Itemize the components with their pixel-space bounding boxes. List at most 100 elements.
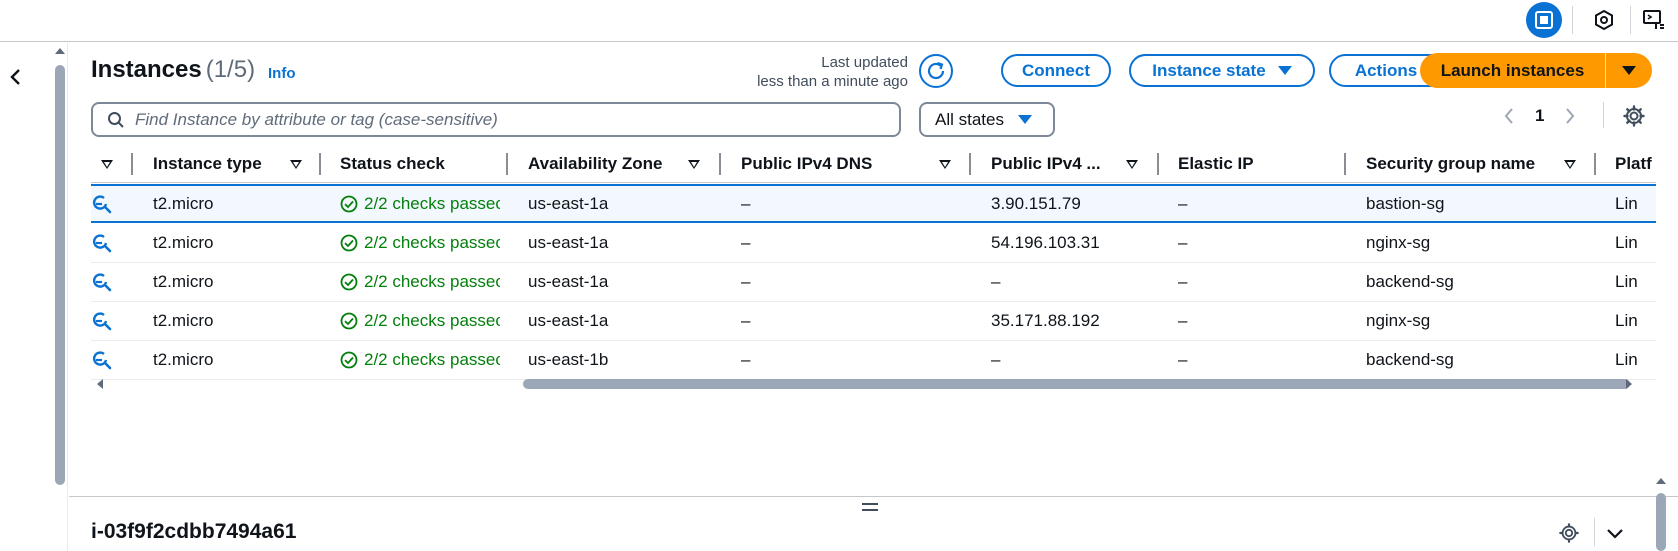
status-text: 2/2 checks passec [364,272,500,291]
cell-status: 2/2 checks passec [340,263,500,301]
sort-icon[interactable] [688,160,700,169]
column-header[interactable]: Elastic IP [1178,145,1338,183]
cell-ipv4: – [991,350,1001,369]
column-header[interactable]: Public IPv4 DNS [741,145,931,183]
vertical-scrollbar[interactable] [52,43,68,551]
resize-handle[interactable] [862,503,878,513]
zoom-icon[interactable] [91,232,113,254]
page-title: Instances (1/5) [91,56,256,83]
divider [1572,6,1573,34]
cell-eip: – [1178,233,1188,252]
top-bar [0,0,1678,42]
zoom-icon[interactable] [91,193,113,215]
status-text: 2/2 checks passec [364,193,500,213]
column-header[interactable]: Availability Zone [528,145,698,183]
column-resizer[interactable] [319,153,321,175]
cell-az: us-east-1a [528,193,609,213]
refresh-icon [927,61,945,80]
cell-dns: – [741,311,751,330]
cell-ipv4: 3.90.151.79 [991,193,1081,213]
sort-icon[interactable] [939,160,951,169]
table-row[interactable]: t2.micro 2/2 checks passec us-east-1b – – – ba… [91,341,1656,380]
column-resizer[interactable] [969,153,971,175]
table-row[interactable]: t2.micro 2/2 checks passec us-east-1a – 35.1… [91,302,1656,341]
panel-scroll-thumb[interactable] [1656,493,1666,551]
cell-sg: nginx-sg [1366,233,1431,252]
table-row[interactable]: t2.micro 2/2 checks passec us-east-1a – 3.90… [91,184,1656,223]
launch-instances-button[interactable]: Launch instances [1420,53,1605,88]
column-header[interactable]: Security group name [1366,145,1566,183]
cell-dns: – [741,193,751,213]
column-header[interactable]: Instance type [153,145,283,183]
side-nav-toggle-area [0,43,52,551]
states-filter-select[interactable]: All states [919,102,1055,137]
zoom-icon[interactable] [91,310,113,332]
column-resizer[interactable] [1594,153,1596,175]
scroll-thumb[interactable] [523,379,1630,389]
refresh-button[interactable] [919,54,953,88]
cell-ipv4: 54.196.103.31 [991,233,1100,252]
cell-type: t2.micro [153,193,214,213]
cloudshell-button[interactable] [1586,2,1622,38]
scroll-right-arrow[interactable] [1626,379,1632,389]
chevron-down-icon[interactable] [1604,522,1626,544]
table-row[interactable]: t2.micro 2/2 checks passec us-east-1a – 54.1… [91,224,1656,263]
cell-eip: – [1178,350,1188,369]
column-header[interactable]: Public IPv4 ... [991,145,1121,183]
cell-sg: backend-sg [1366,272,1454,291]
cell-status: 2/2 checks passec [340,224,500,262]
launch-options-dropdown[interactable] [1606,53,1652,88]
column-resizer[interactable] [1157,153,1159,175]
scroll-up-arrow[interactable] [55,48,65,54]
cell-platform: Lin [1615,272,1638,291]
zoom-icon[interactable] [91,349,113,371]
column-resizer[interactable] [1344,153,1346,175]
chevron-right-icon[interactable] [1564,107,1576,125]
info-link[interactable]: Info [268,65,296,82]
scroll-up-arrow[interactable] [1656,478,1666,484]
page-number[interactable]: 1 [1535,106,1544,126]
divider [1630,6,1631,34]
scroll-left-arrow[interactable] [97,379,103,389]
gear-icon[interactable] [1558,522,1580,544]
cell-sg: nginx-sg [1366,311,1431,330]
instance-state-dropdown[interactable]: Instance state [1129,54,1315,87]
chevron-left-icon[interactable] [6,67,26,87]
cell-platform: Lin [1615,311,1638,330]
cell-platform: Lin [1615,350,1638,369]
gear-icon[interactable] [1622,104,1646,128]
search-icon [108,111,124,128]
cell-az: us-east-1a [528,272,609,291]
status-text: 2/2 checks passec [364,311,500,330]
zoom-icon[interactable] [91,271,113,293]
cell-dns: – [741,350,751,369]
column-resizer[interactable] [131,153,133,175]
horizontal-scrollbar[interactable] [91,376,1656,392]
cell-ipv4: – [991,272,1001,291]
panel-icon [1535,11,1553,29]
column-header[interactable]: Status check [340,145,500,183]
sort-icon[interactable] [290,160,302,169]
panel-toggle-button[interactable] [1526,2,1562,38]
sort-icon[interactable] [1126,160,1138,169]
remote-desktop-button[interactable] [1636,2,1672,38]
column-header[interactable]: Platf [1615,145,1656,183]
divider [1603,102,1604,128]
status-text: 2/2 checks passec [364,233,500,252]
chevron-left-icon[interactable] [1503,107,1515,125]
check-circle-icon [340,234,358,252]
launch-instances-split-button: Launch instances [1420,53,1652,88]
column-resizer[interactable] [719,153,721,175]
search-input[interactable] [135,109,875,130]
column-resizer[interactable] [506,153,508,175]
hexagon-icon [1595,9,1613,31]
sort-icon[interactable] [1564,160,1576,169]
connect-button[interactable]: Connect [1001,54,1111,87]
sort-icon[interactable] [101,160,113,169]
cell-ipv4: 35.171.88.192 [991,311,1100,330]
scroll-thumb[interactable] [55,65,65,485]
cell-az: us-east-1a [528,311,609,330]
remote-desktop-icon [1643,10,1664,29]
cell-az: us-east-1b [528,350,609,369]
table-row[interactable]: t2.micro 2/2 checks passec us-east-1a – – – ba… [91,263,1656,302]
